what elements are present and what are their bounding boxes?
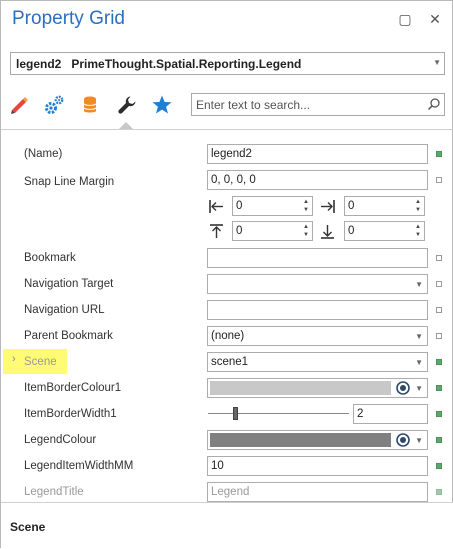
spin-up-icon[interactable]: ▲ (303, 224, 309, 231)
chevron-down-icon[interactable]: ▼ (415, 358, 423, 367)
spin-up-icon[interactable]: ▲ (415, 199, 421, 206)
margin-left-spinner[interactable]: 0 ▲ ▼ (232, 196, 313, 216)
item-border-width-field[interactable]: 2 (353, 404, 428, 424)
bookmark-field[interactable] (207, 248, 428, 268)
chevron-right-icon[interactable]: › (12, 353, 16, 365)
margin-top-value: 0 (236, 225, 243, 237)
close-button[interactable]: ✕ (427, 11, 443, 27)
name-field[interactable]: legend2 (207, 144, 428, 164)
spin-down-icon[interactable]: ▼ (303, 207, 309, 214)
tab-properties[interactable] (112, 91, 140, 129)
spin-down-icon[interactable]: ▼ (415, 207, 421, 214)
chevron-down-icon[interactable]: ▼ (415, 280, 423, 289)
legend-title-field[interactable]: Legend (207, 482, 428, 502)
object-selector[interactable]: legend2 PrimeThought.Spatial.Reporting.L… (10, 52, 445, 75)
description-title: Scene (10, 520, 46, 534)
restore-button[interactable]: ▢ (397, 11, 413, 27)
property-label-bookmark: Bookmark (24, 252, 76, 264)
object-selector-text: legend2 PrimeThought.Spatial.Reporting.L… (16, 57, 301, 71)
property-label-scene: Scene (24, 356, 57, 368)
modified-indicator (436, 489, 442, 495)
property-label-item-border-width: ItemBorderWidth1 (24, 408, 117, 420)
description-panel: Scene (1, 503, 453, 549)
modified-indicator (436, 151, 442, 157)
margin-top-spinner[interactable]: 0 ▲ ▼ (232, 221, 313, 241)
default-indicator (436, 333, 442, 339)
slider-thumb[interactable] (233, 407, 239, 420)
chevron-down-icon[interactable]: ▼ (415, 332, 423, 341)
margin-right-spinner[interactable]: 0 ▲ ▼ (344, 196, 425, 216)
active-tab-notch (119, 122, 133, 129)
parent-bookmark-value: (none) (211, 330, 245, 342)
align-bottom-icon (319, 223, 336, 240)
property-grid-window: Property Grid ▢ ✕ legend2 PrimeThought.S… (0, 0, 453, 549)
legend-colour-select[interactable]: ▼ (207, 430, 428, 450)
chevron-down-icon: ▼ (433, 58, 441, 67)
name-value: legend2 (211, 148, 252, 160)
modified-indicator (436, 359, 442, 365)
database-icon[interactable] (79, 94, 101, 116)
margin-right-value: 0 (348, 200, 355, 212)
property-label-legend-item-width: LegendItemWidthMM (24, 460, 134, 472)
color-swatch (210, 433, 391, 447)
scene-value: scene1 (211, 356, 249, 368)
legend-item-width-value: 10 (211, 460, 224, 472)
property-label-legend-title: LegendTitle (24, 486, 84, 498)
property-label-parent-bookmark: Parent Bookmark (24, 330, 113, 342)
navigation-target-select[interactable]: ▼ (207, 274, 428, 294)
color-picker-icon[interactable] (396, 381, 410, 395)
modified-indicator (436, 385, 442, 391)
wrench-icon (116, 94, 138, 116)
spin-up-icon[interactable]: ▲ (303, 199, 309, 206)
color-swatch (210, 381, 391, 395)
property-label-legend-colour: LegendColour (24, 434, 97, 446)
parent-bookmark-select[interactable]: (none) ▼ (207, 326, 428, 346)
default-indicator (436, 255, 442, 261)
margin-bottom-value: 0 (348, 225, 355, 237)
modified-indicator (436, 411, 442, 417)
item-border-width-value: 2 (357, 408, 364, 420)
align-top-icon (208, 223, 225, 240)
legend-item-width-field[interactable]: 10 (207, 456, 428, 476)
align-left-icon (208, 198, 225, 215)
property-label-snap-line-margin: Snap Line Margin (24, 176, 115, 188)
object-type: PrimeThought.Spatial.Reporting.Legend (71, 57, 302, 71)
color-picker-icon[interactable] (396, 433, 410, 447)
item-border-colour-select[interactable]: ▼ (207, 378, 428, 398)
modified-indicator (436, 463, 442, 469)
search-placeholder: Enter text to search... (196, 98, 311, 112)
spin-up-icon[interactable]: ▲ (415, 224, 421, 231)
property-label-name: (Name) (24, 148, 63, 160)
default-indicator (436, 177, 442, 183)
spin-down-icon[interactable]: ▼ (415, 232, 421, 239)
modified-indicator (436, 437, 442, 443)
window-title: Property Grid (12, 8, 125, 29)
item-border-width-slider[interactable] (208, 413, 349, 414)
star-icon[interactable] (151, 94, 173, 116)
chevron-down-icon[interactable]: ▼ (415, 384, 423, 393)
search-icon[interactable] (427, 97, 441, 111)
scene-select[interactable]: scene1 ▼ (207, 352, 428, 372)
snap-line-margin-value: 0, 0, 0, 0 (211, 174, 256, 186)
margin-bottom-spinner[interactable]: 0 ▲ ▼ (344, 221, 425, 241)
object-name: legend2 (16, 57, 62, 71)
property-label-navigation-url: Navigation URL (24, 304, 105, 316)
navigation-url-field[interactable] (207, 300, 428, 320)
property-label-item-border-colour: ItemBorderColour1 (24, 382, 122, 394)
chevron-down-icon[interactable]: ▼ (415, 436, 423, 445)
property-list: (Name) legend2 Snap Line Margin 0, 0, 0,… (1, 130, 453, 502)
property-label-navigation-target: Navigation Target (24, 278, 114, 290)
margin-left-value: 0 (236, 200, 243, 212)
gears-icon[interactable] (43, 94, 65, 116)
snap-line-margin-field[interactable]: 0, 0, 0, 0 (207, 170, 428, 190)
search-input[interactable]: Enter text to search... (191, 93, 445, 116)
legend-title-value: Legend (211, 486, 250, 498)
align-right-icon (319, 198, 336, 215)
pen-icon[interactable] (8, 94, 30, 116)
default-indicator (436, 307, 442, 313)
spin-down-icon[interactable]: ▼ (303, 232, 309, 239)
default-indicator (436, 281, 442, 287)
